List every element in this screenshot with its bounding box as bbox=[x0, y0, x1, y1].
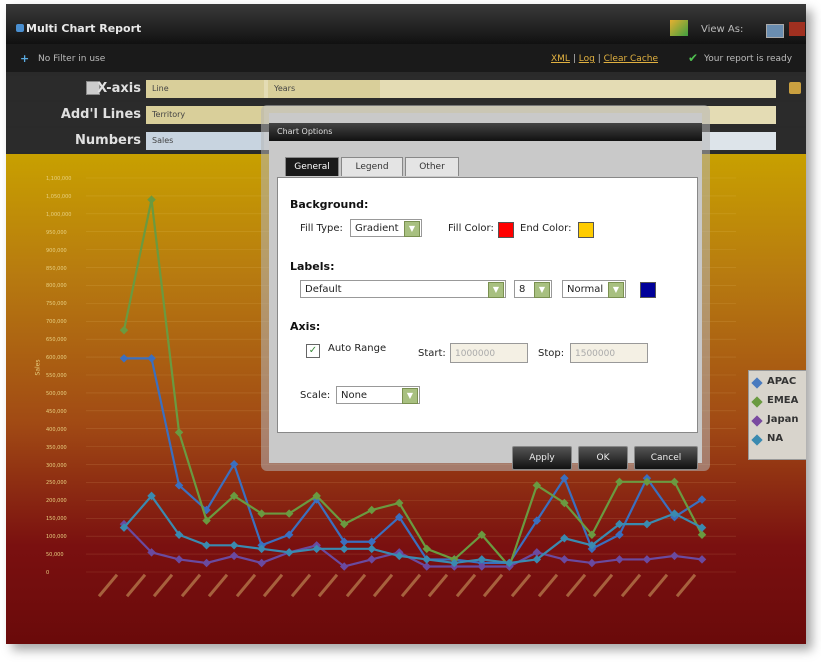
tab-other[interactable]: Other bbox=[405, 157, 459, 176]
axis-heading: Axis: bbox=[290, 320, 321, 333]
chevron-down-icon: ▼ bbox=[608, 282, 624, 298]
legend-label: EMEA bbox=[767, 395, 799, 406]
label-font-select[interactable]: Default ▼ bbox=[300, 280, 506, 298]
legend-label: NA bbox=[767, 433, 784, 444]
cancel-button[interactable]: Cancel bbox=[634, 446, 698, 470]
chevron-down-icon: ▼ bbox=[404, 221, 420, 237]
data-point[interactable] bbox=[670, 551, 679, 561]
start-label: Start: bbox=[418, 348, 446, 359]
ok-button[interactable]: OK bbox=[578, 446, 628, 470]
data-point[interactable] bbox=[147, 354, 156, 363]
general-panel: Background: Fill Type: Gradient ▼ Fill Co… bbox=[277, 177, 698, 433]
tab-general[interactable]: General bbox=[285, 157, 339, 176]
legend-item[interactable]: EMEA bbox=[749, 393, 806, 409]
legend-marker-icon bbox=[751, 415, 763, 427]
legend-marker-icon bbox=[751, 377, 763, 389]
data-point[interactable] bbox=[367, 505, 376, 515]
start-input[interactable]: 1000000 bbox=[450, 343, 528, 363]
series-line[interactable] bbox=[123, 494, 703, 565]
scale-select[interactable]: None ▼ bbox=[336, 386, 420, 404]
legend-item[interactable]: APAC bbox=[749, 374, 806, 390]
data-point[interactable] bbox=[560, 555, 569, 564]
fill-color-label: Fill Color: bbox=[448, 223, 494, 234]
legend-label: Japan bbox=[767, 414, 799, 425]
data-point[interactable] bbox=[257, 558, 266, 568]
scale-value: None bbox=[341, 390, 368, 401]
auto-range-label: Auto Range bbox=[328, 343, 387, 354]
label-color-swatch[interactable] bbox=[640, 282, 656, 298]
app-window: Multi Chart Report View As: + No Filter … bbox=[6, 4, 806, 644]
stop-label: Stop: bbox=[538, 348, 565, 359]
legend-label: APAC bbox=[767, 376, 797, 387]
data-point[interactable] bbox=[642, 519, 652, 529]
fill-color-swatch[interactable] bbox=[498, 222, 514, 238]
label-style-select[interactable]: Normal ▼ bbox=[562, 280, 626, 298]
tab-legend[interactable]: Legend bbox=[341, 157, 403, 176]
chart-options-dialog: Chart Options General Legend Other Backg… bbox=[261, 105, 710, 471]
data-point[interactable] bbox=[229, 551, 239, 561]
data-point[interactable] bbox=[339, 544, 349, 554]
background-heading: Background: bbox=[290, 198, 369, 211]
label-size-value: 8 bbox=[519, 284, 526, 295]
label-size-select[interactable]: 8 ▼ bbox=[514, 280, 552, 298]
chevron-down-icon: ▼ bbox=[488, 282, 504, 298]
data-point[interactable] bbox=[119, 354, 129, 363]
dialog-body: Chart Options General Legend Other Backg… bbox=[269, 113, 702, 463]
data-point[interactable] bbox=[615, 530, 624, 539]
legend-item[interactable]: NA bbox=[749, 431, 806, 447]
data-point[interactable] bbox=[174, 428, 184, 437]
stop-input[interactable]: 1500000 bbox=[570, 343, 648, 363]
fill-type-select[interactable]: Gradient ▼ bbox=[350, 219, 422, 237]
data-point[interactable] bbox=[642, 555, 652, 564]
apply-button[interactable]: Apply bbox=[512, 446, 572, 470]
data-point[interactable] bbox=[615, 477, 624, 487]
data-point[interactable] bbox=[229, 541, 239, 550]
data-point[interactable] bbox=[697, 555, 707, 564]
labels-heading: Labels: bbox=[290, 260, 335, 273]
data-point[interactable] bbox=[174, 555, 184, 564]
data-point[interactable] bbox=[202, 558, 211, 568]
label-font-value: Default bbox=[305, 284, 342, 295]
fill-type-value: Gradient bbox=[355, 223, 399, 234]
auto-range-checkbox[interactable]: ✓ bbox=[306, 344, 320, 358]
legend-marker-icon bbox=[751, 396, 763, 408]
fill-type-label: Fill Type: bbox=[300, 223, 343, 234]
data-point[interactable] bbox=[202, 541, 211, 550]
data-point[interactable] bbox=[367, 555, 376, 564]
scale-label: Scale: bbox=[300, 390, 331, 401]
data-point[interactable] bbox=[615, 555, 624, 564]
data-point[interactable] bbox=[367, 544, 376, 554]
data-point[interactable] bbox=[284, 548, 294, 557]
chevron-down-icon: ▼ bbox=[402, 388, 418, 404]
label-style-value: Normal bbox=[567, 284, 604, 295]
data-point[interactable] bbox=[119, 325, 129, 335]
data-point[interactable] bbox=[147, 195, 156, 204]
legend-marker-icon bbox=[751, 434, 763, 446]
end-color-label: End Color: bbox=[520, 223, 572, 234]
chart-legend: APAC EMEA Japan NA bbox=[748, 370, 806, 460]
end-color-swatch[interactable] bbox=[578, 222, 594, 238]
dialog-title[interactable]: Chart Options bbox=[269, 123, 702, 141]
chevron-down-icon: ▼ bbox=[534, 282, 550, 298]
data-point[interactable] bbox=[670, 477, 679, 487]
legend-item[interactable]: Japan bbox=[749, 412, 806, 428]
data-point[interactable] bbox=[587, 558, 597, 568]
